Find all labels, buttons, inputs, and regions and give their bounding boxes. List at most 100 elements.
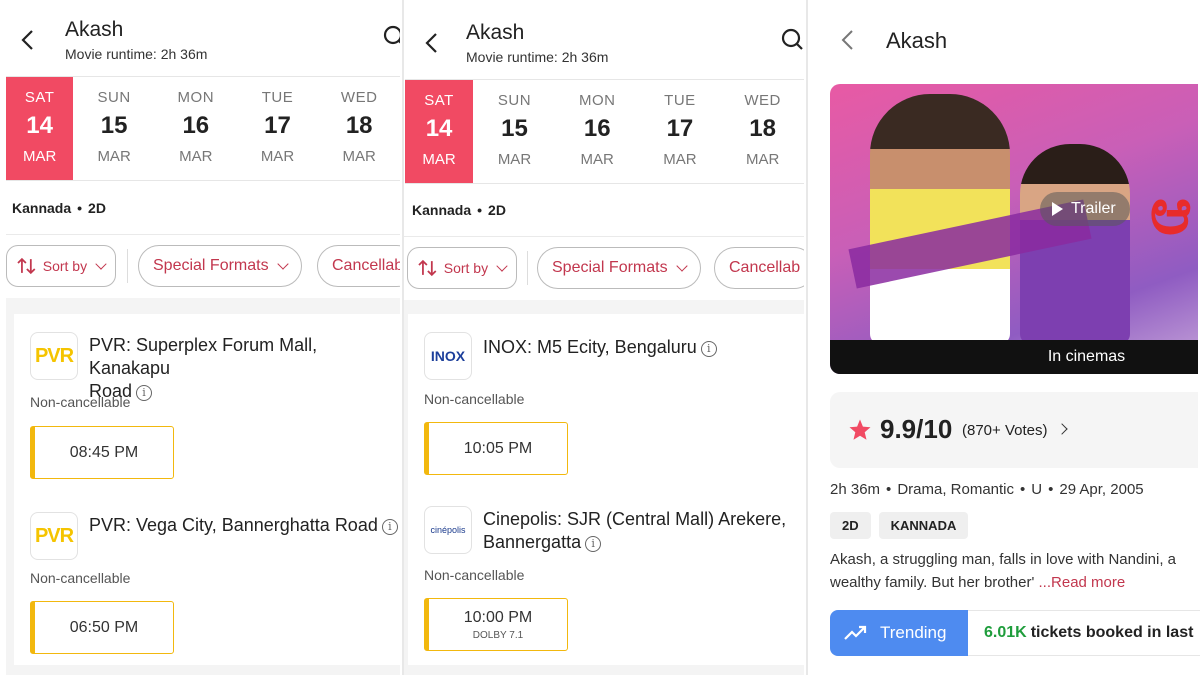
sort-icon <box>17 257 36 275</box>
rating-value: 9.9/10 <box>880 414 953 444</box>
showtime-slot[interactable]: 06:50 PM <box>30 601 174 654</box>
chevron-down-icon <box>496 260 508 272</box>
cancellation-note: Non-cancellable <box>424 391 525 407</box>
date-tab-mon-16[interactable]: MON 16 MAR <box>155 77 237 180</box>
cinepolis-logo: cinépolis <box>424 506 472 554</box>
date-dow: SAT <box>424 92 454 109</box>
showtime-slot[interactable]: 10:00 PM DOLBY 7.1 <box>424 598 568 651</box>
movie-poster[interactable]: ಆ Trailer In cinemas <box>830 84 1198 374</box>
chevron-down-icon <box>276 258 289 270</box>
info-icon[interactable]: i <box>136 385 153 401</box>
date-month: MAR <box>497 151 532 168</box>
date-tab-wed-18[interactable]: WED 18 MAR <box>721 80 804 183</box>
tickets-booked: 6.01K tickets booked in last <box>968 610 1200 656</box>
tag-list: 2D KANNADA <box>830 512 969 539</box>
sort-by-button[interactable]: Sort by <box>407 247 517 289</box>
format-tag: 2D <box>830 512 871 539</box>
divider <box>527 251 528 285</box>
showtime-slot[interactable]: 10:05 PM <box>424 422 568 475</box>
date-tab-sat-14[interactable]: SAT 14 MAR <box>6 77 74 180</box>
cancellable-filter-button[interactable]: Cancellab <box>317 245 400 287</box>
rating-card[interactable]: 9.9/10 (870+ Votes) <box>830 392 1198 468</box>
date-month: MAR <box>342 148 376 165</box>
certificate: U <box>1031 481 1043 498</box>
trailer-button[interactable]: Trailer <box>1040 192 1130 226</box>
date-month: MAR <box>22 148 57 165</box>
back-arrow-icon[interactable] <box>838 28 858 52</box>
cinema-name[interactable]: PVR: Vega City, Bannerghatta Road i <box>89 514 398 537</box>
chevron-right-icon <box>1056 423 1068 435</box>
date-tab-wed-18[interactable]: WED 18 MAR <box>318 77 400 180</box>
header: Akash Movie runtime: 2h 36m <box>404 0 804 76</box>
language-format: Kannada • 2D <box>412 202 506 218</box>
date-tab-mon-16[interactable]: MON 16 MAR <box>556 80 639 183</box>
showtimes-panel-2: Akash Movie runtime: 2h 36m SAT 14 MAR S… <box>402 0 804 675</box>
read-more-link[interactable]: ...Read more <box>1039 574 1126 591</box>
date-dow: MON <box>578 92 616 109</box>
language-label: Kannada <box>412 202 472 218</box>
info-icon[interactable]: i <box>381 519 398 535</box>
date-tab-sun-15[interactable]: SUN 15 MAR <box>73 77 155 180</box>
date-dow: TUE <box>664 92 696 109</box>
star-icon <box>849 419 871 440</box>
movie-runtime: Movie runtime: 2h 36m <box>466 49 609 65</box>
special-formats-button[interactable]: Special Formats <box>537 247 701 289</box>
date-number: 15 <box>501 115 528 142</box>
search-icon[interactable] <box>382 24 400 48</box>
back-arrow-icon[interactable] <box>18 28 38 52</box>
date-number: 16 <box>182 112 210 139</box>
language-label: Kannada <box>12 200 72 216</box>
cinema-cards: INOX INOX: M5 Ecity, Bengaluru i Non-canc… <box>408 314 804 665</box>
page-title: Akash <box>886 28 948 53</box>
date-month: MAR <box>260 148 295 165</box>
special-formats-button[interactable]: Special Formats <box>138 245 302 287</box>
cancellable-label: Cancellab <box>729 259 801 276</box>
date-tab-tue-17[interactable]: TUE 17 MAR <box>639 80 722 183</box>
language-format: Kannada • 2D <box>12 200 106 216</box>
filter-bar: Sort by Special Formats Cancellab <box>404 236 804 300</box>
showtime-format: DOLBY 7.1 <box>472 629 524 641</box>
showtime-slot[interactable]: 08:45 PM <box>30 426 174 479</box>
date-number: 17 <box>264 112 291 139</box>
date-dow: WED <box>340 89 378 106</box>
date-tab-sun-15[interactable]: SUN 15 MAR <box>473 80 556 183</box>
sort-by-button[interactable]: Sort by <box>6 245 116 287</box>
cancellable-filter-button[interactable]: Cancellab <box>714 247 804 289</box>
date-tab-sat-14[interactable]: SAT 14 MAR <box>405 80 474 183</box>
date-month: MAR <box>97 148 131 165</box>
cancellable-label: Cancellab <box>332 257 400 274</box>
language-tag: KANNADA <box>878 512 969 539</box>
movie-description: Akash, a struggling man, falls in love w… <box>830 551 1177 591</box>
date-selector: SAT 14 MAR SUN 15 MAR MON 16 MAR TUE 17 … <box>405 79 804 184</box>
cinema-name[interactable]: Cinepolis: SJR (Central Mall) Arekere, Ba… <box>483 508 786 554</box>
date-tab-tue-17[interactable]: TUE 17 MAR <box>237 77 319 180</box>
cinema-name[interactable]: PVR: Superplex Forum Mall, Kanakapu Road i <box>89 334 400 403</box>
cinema-list: PVR PVR: Superplex Forum Mall, Kanakapu R… <box>6 298 400 675</box>
info-icon[interactable]: i <box>700 341 717 357</box>
date-number: 14 <box>425 115 453 142</box>
cinema-name[interactable]: INOX: M5 Ecity, Bengaluru i <box>483 336 717 359</box>
date-month: MAR <box>422 151 456 168</box>
in-cinemas-bar: In cinemas <box>830 340 1198 374</box>
duration: 2h 36m <box>830 481 881 498</box>
back-arrow-icon[interactable] <box>422 31 442 55</box>
format-label: 2D <box>88 200 106 216</box>
booked-text: tickets booked in last <box>1030 624 1194 641</box>
cinema-list: INOX INOX: M5 Ecity, Bengaluru i Non-canc… <box>404 300 804 675</box>
date-number: 15 <box>100 112 128 139</box>
cancellation-note: Non-cancellable <box>30 394 131 410</box>
search-icon[interactable] <box>780 27 804 51</box>
date-month: MAR <box>745 151 780 168</box>
page-title: Akash <box>65 18 124 41</box>
inox-logo: INOX <box>424 332 472 380</box>
play-icon <box>1052 202 1063 216</box>
cancellation-note: Non-cancellable <box>30 570 131 586</box>
showtimes-panel-1: Akash Movie runtime: 2h 36m SAT 14 MAR S… <box>0 0 400 675</box>
trending-label: Trending <box>880 623 947 642</box>
date-dow: SAT <box>24 89 55 106</box>
date-selector: SAT 14 MAR SUN 15 MAR MON 16 MAR TUE 17 … <box>6 76 400 181</box>
date-number: 18 <box>749 115 776 142</box>
release-date: 29 Apr, 2005 <box>1059 481 1144 498</box>
info-icon[interactable]: i <box>585 536 602 552</box>
page-title: Akash <box>466 21 525 44</box>
